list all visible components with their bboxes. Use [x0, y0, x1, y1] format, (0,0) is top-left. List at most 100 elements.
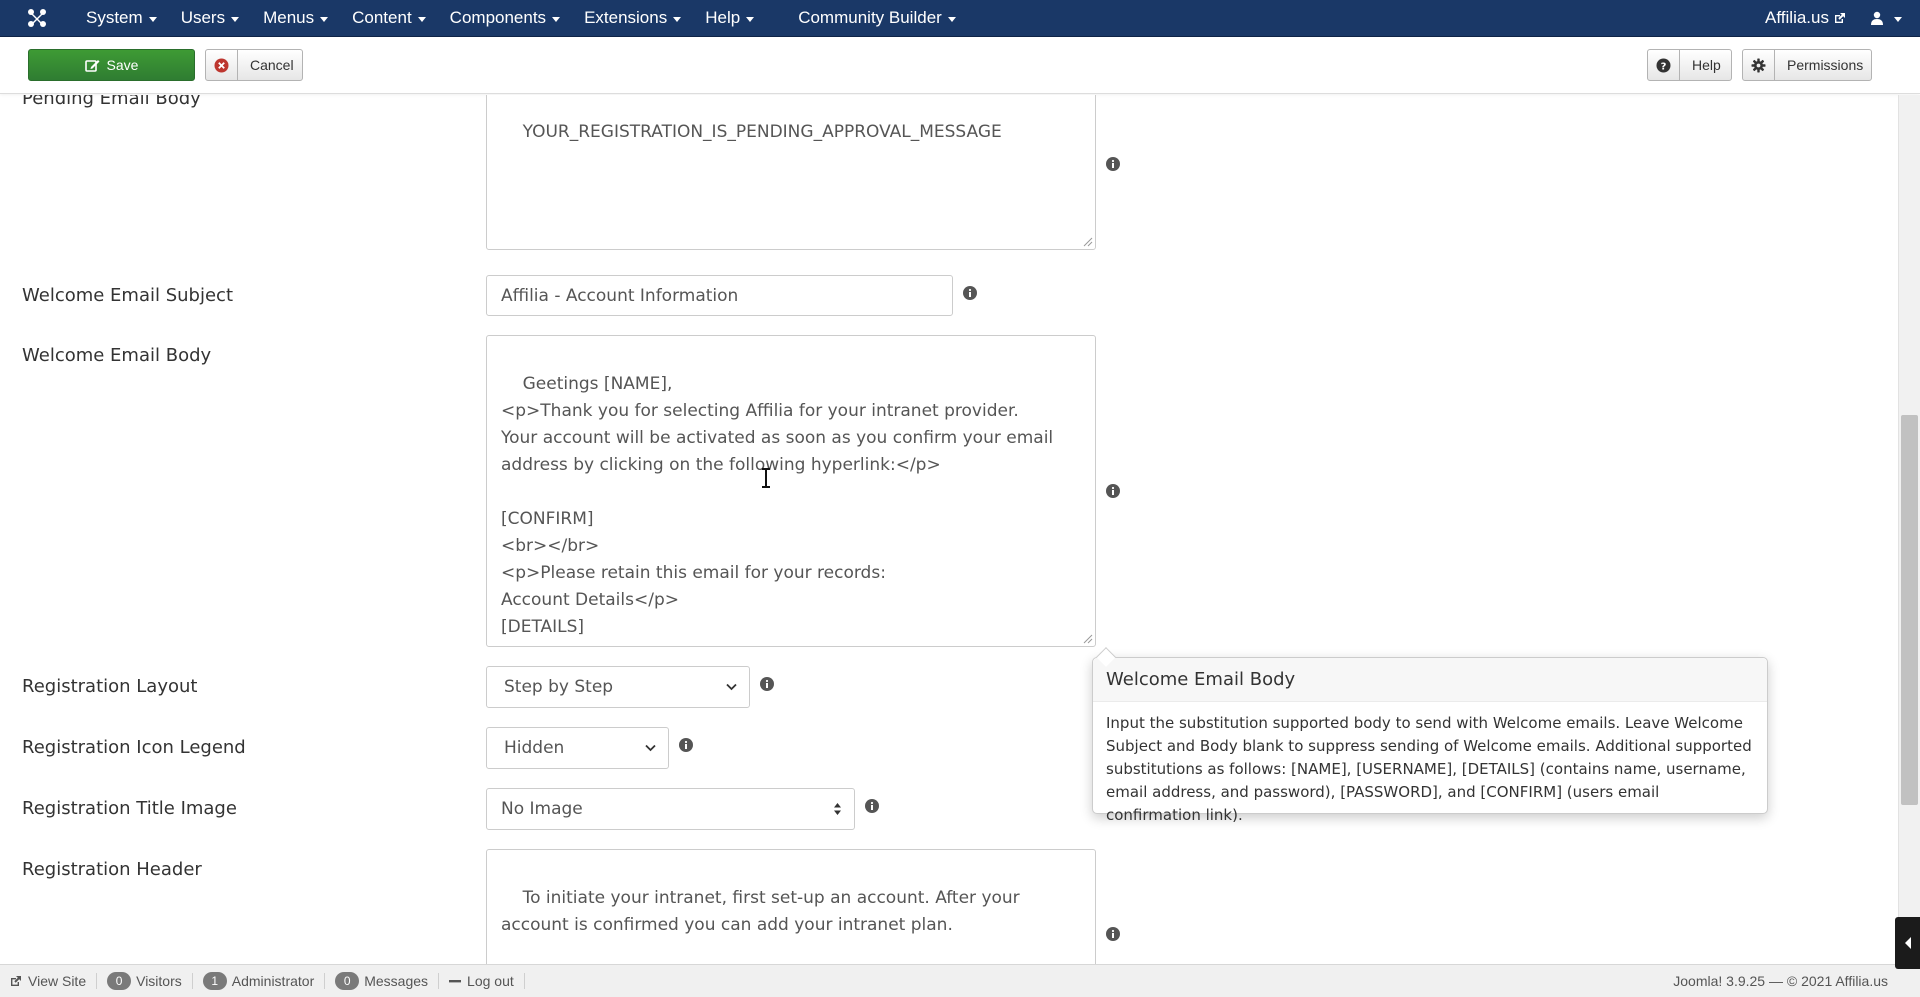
registration-header-label: Registration Header — [22, 859, 202, 880]
external-link-icon — [1835, 13, 1845, 23]
chevron-down-icon — [726, 683, 737, 691]
site-name: Affilia.us — [1765, 8, 1829, 27]
registration-icon-legend-label: Registration Icon Legend — [22, 737, 246, 758]
help-popover: Welcome Email Body Input the substitutio… — [1092, 647, 1768, 824]
main-menu: System Users Menus Content Components Ex… — [74, 0, 968, 37]
admin-status: 1 Administrator — [193, 972, 326, 990]
menu-system-label: System — [86, 8, 143, 27]
menu-system[interactable]: System — [74, 0, 169, 37]
top-navbar: System Users Menus Content Components Ex… — [0, 0, 1920, 37]
site-link[interactable]: Affilia.us — [1749, 8, 1862, 28]
registration-icon-legend-value: Hidden — [504, 738, 565, 758]
menu-users[interactable]: Users — [169, 0, 251, 37]
info-icon[interactable] — [1106, 484, 1120, 498]
messages-status[interactable]: 0 Messages — [325, 972, 440, 990]
user-menu[interactable] — [1862, 11, 1920, 25]
messages-count-badge: 0 — [335, 972, 360, 990]
pending-email-body-value: YOUR_REGISTRATION_IS_PENDING_APPROVAL_ME… — [522, 122, 1002, 142]
version-text: Joomla! 3.9.25 — [1673, 973, 1766, 989]
popover-title: Welcome Email Body — [1093, 658, 1767, 702]
svg-text:?: ? — [1661, 61, 1667, 72]
registration-title-image-value: No Image — [501, 799, 583, 819]
admin-label: Administrator — [231, 973, 315, 989]
caret-down-icon — [947, 16, 956, 22]
welcome-email-subject-input[interactable]: Affilia - Account Information — [486, 275, 953, 316]
registration-layout-value: Step by Step — [504, 677, 614, 697]
registration-layout-label: Registration Layout — [22, 676, 198, 697]
info-icon[interactable] — [1106, 157, 1120, 171]
cancel-circle-icon — [214, 58, 229, 72]
menu-content[interactable]: Content — [340, 0, 438, 37]
registration-header-textarea[interactable]: To initiate your intranet, first set-up … — [486, 849, 1096, 964]
status-bar: View Site 0 Visitors 1 Administrator 0 M… — [0, 964, 1920, 997]
caret-down-icon — [231, 16, 240, 22]
copyright-text: © 2021 Affilia.us — [1786, 973, 1888, 989]
messages-label: Messages — [364, 973, 429, 989]
footer-separator: — — [1768, 973, 1787, 989]
welcome-email-body-value: Geetings [NAME], <p>Thank you for select… — [501, 374, 1054, 637]
sort-arrows-icon — [834, 803, 841, 815]
user-icon — [1871, 11, 1883, 25]
info-icon[interactable] — [1106, 927, 1120, 941]
pending-email-body-textarea[interactable]: YOUR_REGISTRATION_IS_PENDING_APPROVAL_ME… — [486, 95, 1096, 250]
menu-content-label: Content — [352, 8, 412, 27]
resize-grip-icon[interactable] — [1083, 634, 1093, 644]
welcome-email-subject-label: Welcome Email Subject — [22, 285, 234, 306]
welcome-email-subject-value: Affilia - Account Information — [501, 285, 739, 306]
question-circle-icon: ? — [1656, 58, 1671, 72]
version-footer: Joomla! 3.9.25 — © 2021 Affilia.us — [1673, 973, 1920, 989]
info-icon[interactable] — [679, 738, 693, 752]
caret-down-icon — [148, 16, 157, 22]
cancel-label: Cancel — [250, 57, 294, 73]
registration-icon-legend-select[interactable]: Hidden — [486, 727, 669, 769]
registration-layout-select[interactable]: Step by Step — [486, 666, 750, 708]
pending-email-body-label: Pending Email Body — [22, 95, 201, 109]
logout-link[interactable]: Log out — [439, 973, 525, 989]
cancel-button[interactable]: Cancel — [205, 49, 303, 81]
menu-community-builder[interactable]: Community Builder — [786, 0, 968, 37]
permissions-button[interactable]: Permissions — [1742, 49, 1872, 81]
menu-menus-label: Menus — [263, 8, 315, 27]
toolbar: Save Cancel ? Help Permissions — [0, 37, 1920, 94]
welcome-email-body-textarea[interactable]: Geetings [NAME], <p>Thank you for select… — [486, 335, 1096, 647]
visitors-label: Visitors — [136, 973, 182, 989]
menu-extensions[interactable]: Extensions — [572, 0, 693, 37]
gear-icon — [1751, 58, 1766, 72]
caret-left-icon — [1904, 937, 1911, 949]
view-site-link[interactable]: View Site — [0, 973, 98, 989]
menu-help[interactable]: Help — [693, 0, 766, 37]
caret-down-icon — [417, 16, 426, 22]
caret-down-icon — [320, 16, 329, 22]
menu-menus[interactable]: Menus — [251, 0, 340, 37]
caret-down-icon — [1894, 16, 1902, 22]
menu-users-label: Users — [180, 8, 226, 27]
welcome-email-body-label: Welcome Email Body — [22, 345, 212, 366]
menu-community-builder-label: Community Builder — [798, 8, 942, 27]
joomla-logo-icon[interactable] — [0, 0, 74, 37]
caret-down-icon — [746, 16, 755, 22]
text-cursor-icon — [762, 468, 770, 488]
logout-label: Log out — [467, 973, 514, 989]
registration-title-image-select[interactable]: No Image — [486, 788, 855, 830]
visitors-status: 0 Visitors — [97, 972, 193, 990]
help-button[interactable]: ? Help — [1647, 49, 1732, 81]
side-panel-toggle[interactable] — [1895, 917, 1920, 969]
edit-icon — [84, 59, 100, 72]
menu-help-label: Help — [705, 8, 741, 27]
info-icon[interactable] — [865, 799, 879, 813]
external-link-icon — [11, 976, 21, 986]
registration-title-image-label: Registration Title Image — [22, 798, 237, 819]
info-icon[interactable] — [760, 677, 774, 691]
menu-components[interactable]: Components — [438, 0, 572, 37]
registration-header-value: To initiate your intranet, first set-up … — [501, 888, 1026, 935]
visitors-count-badge: 0 — [107, 972, 132, 990]
save-button[interactable]: Save — [28, 49, 195, 81]
resize-grip-icon[interactable] — [1083, 237, 1093, 247]
view-site-label: View Site — [28, 973, 87, 989]
info-icon[interactable] — [963, 286, 977, 300]
scroll-thumb[interactable] — [1901, 415, 1918, 805]
permissions-label: Permissions — [1787, 57, 1864, 73]
page-scrollbar[interactable] — [1898, 95, 1920, 964]
caret-down-icon — [673, 16, 682, 22]
popover-body: Input the substitution supported body to… — [1106, 714, 1752, 824]
